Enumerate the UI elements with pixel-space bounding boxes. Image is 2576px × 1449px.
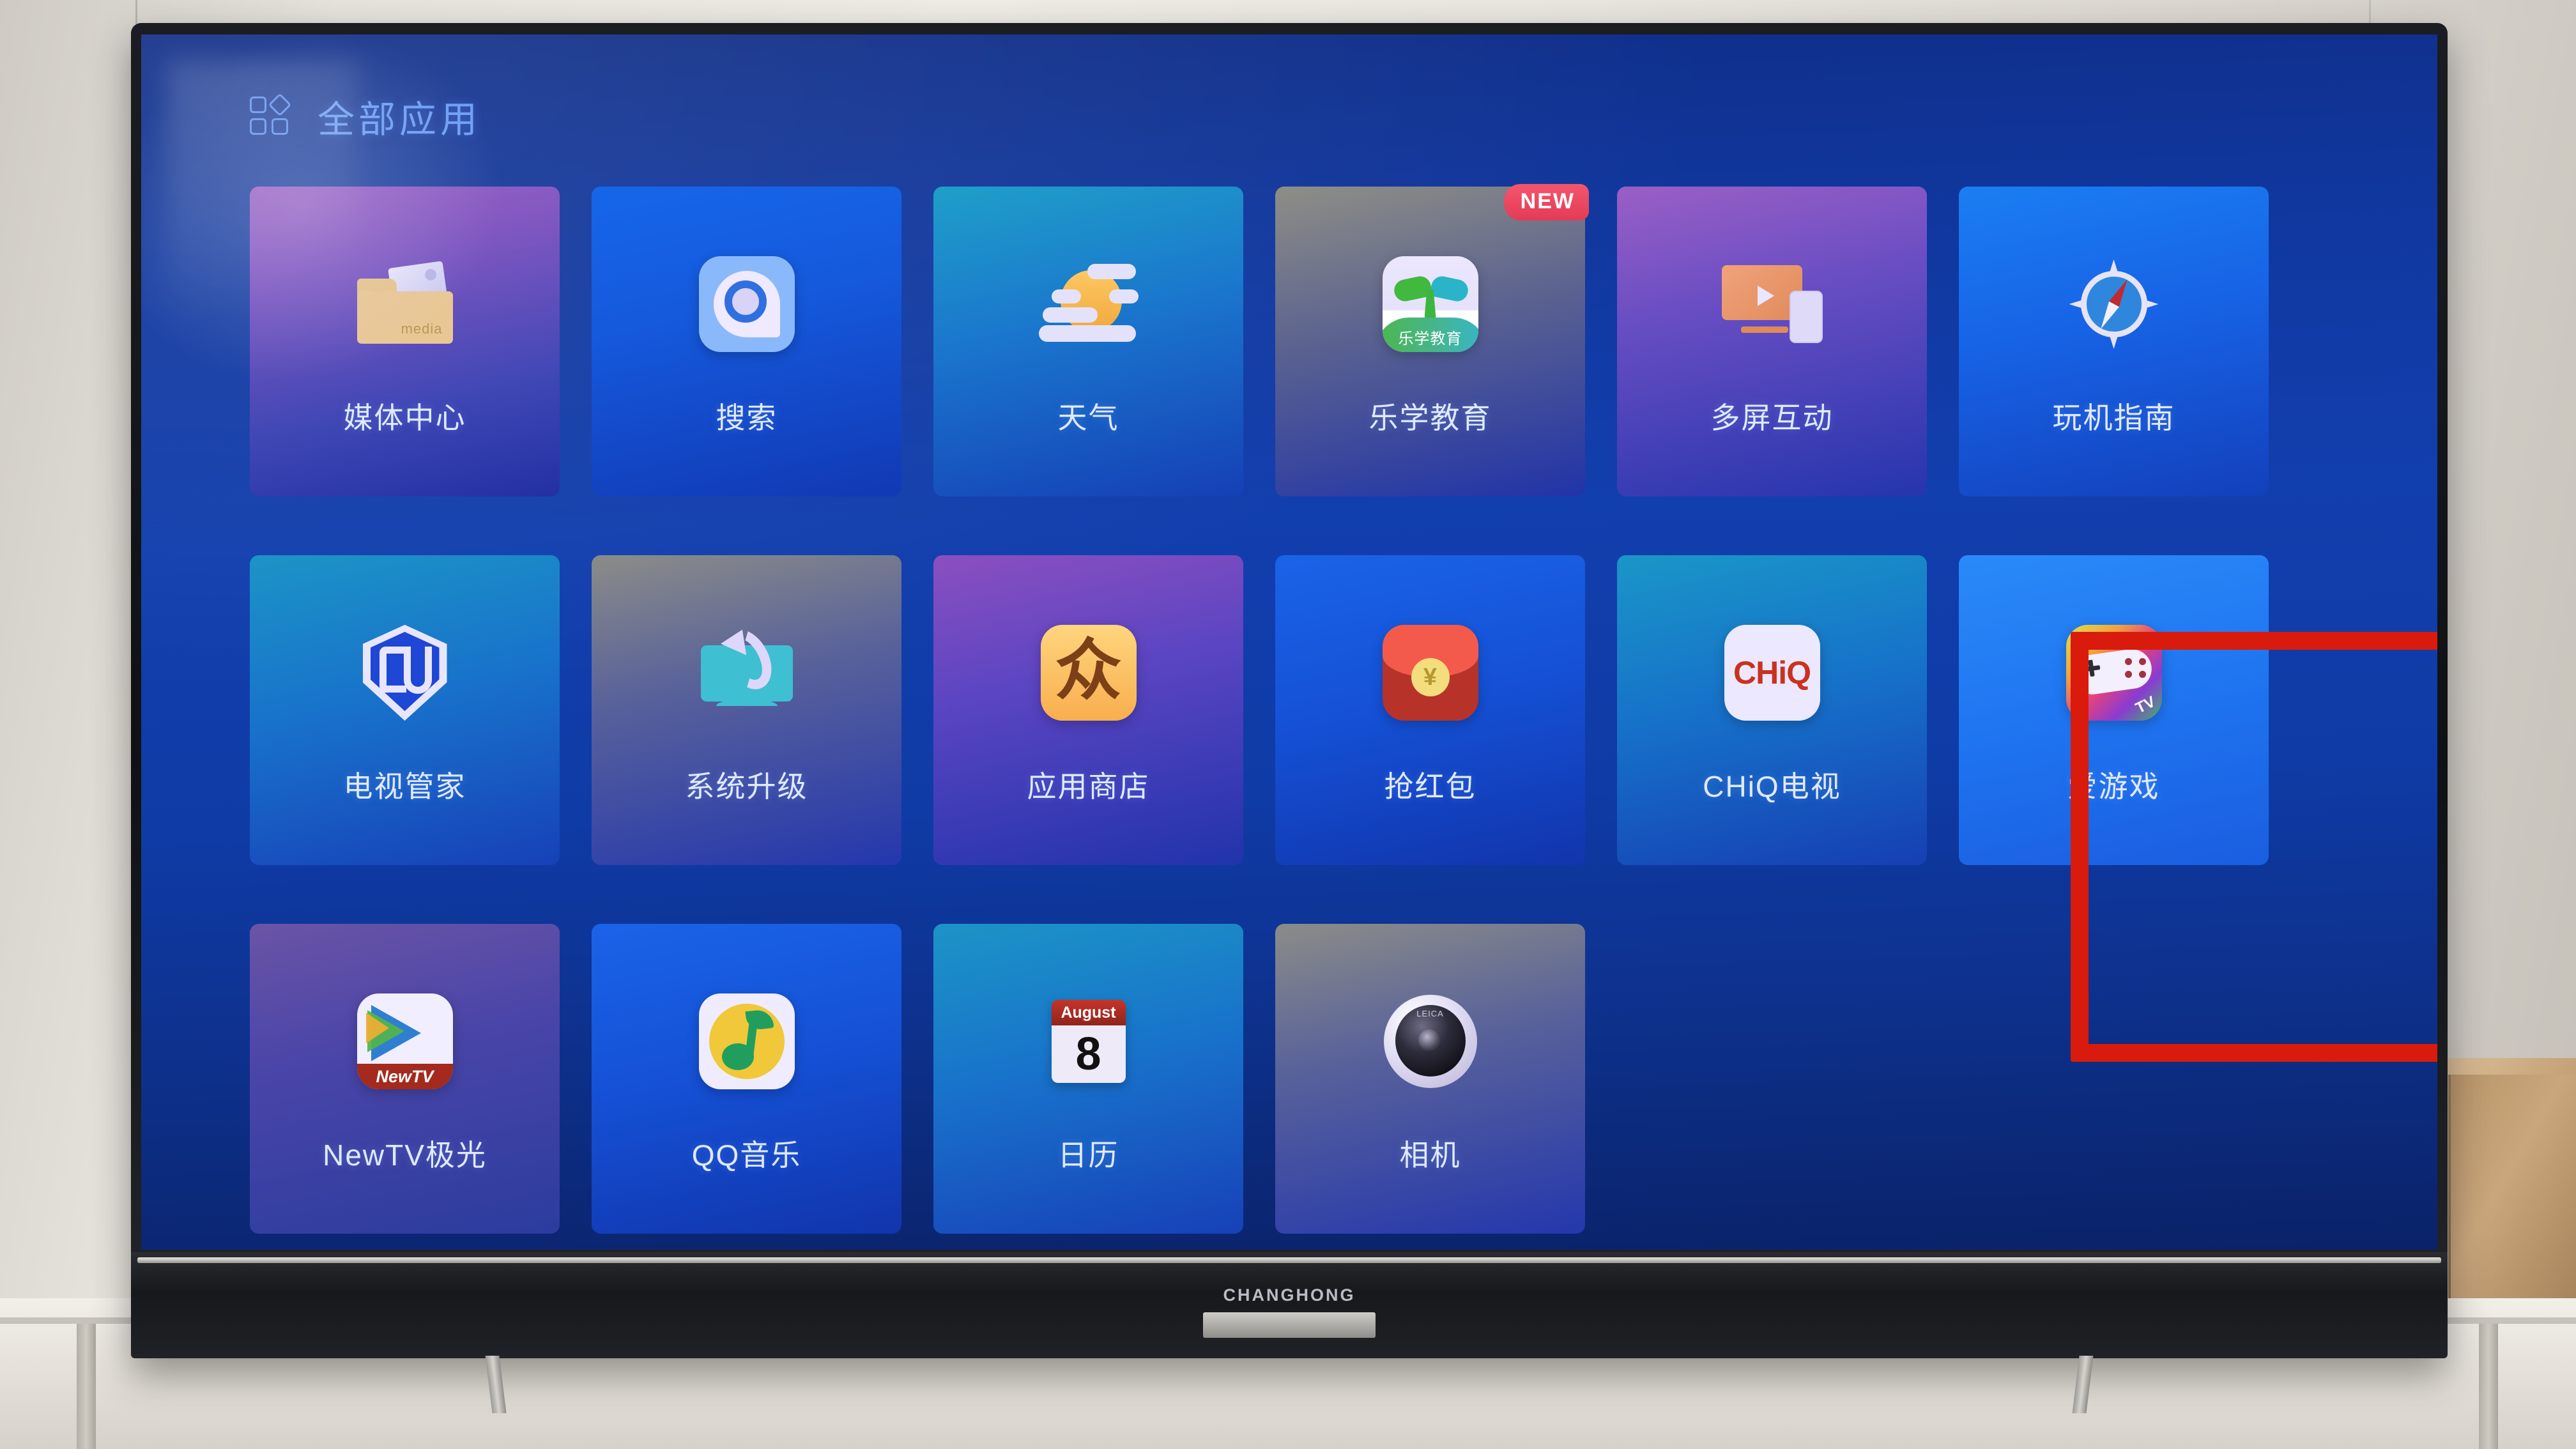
- icon-tv-tag: TV: [2133, 693, 2158, 717]
- grid-apps-icon: [250, 93, 292, 136]
- tv-brand-logo: CHANGHONG: [1223, 1285, 1356, 1305]
- shield-icon: [351, 619, 459, 726]
- calendar-day: 8: [1051, 1025, 1126, 1083]
- app-label: QQ音乐: [691, 1138, 802, 1172]
- gamepad-icon: TV: [2060, 619, 2168, 726]
- app-tile-chiq-tv[interactable]: CHiQ CHiQ电视: [1617, 555, 1927, 865]
- lens-brand-text: LEICA: [1416, 1009, 1444, 1018]
- media-folder-icon: media: [351, 250, 459, 358]
- table-leg-left: [77, 1324, 96, 1449]
- calendar-month: August: [1051, 1000, 1126, 1025]
- app-tile-camera[interactable]: LEICA 相机: [1275, 924, 1585, 1234]
- app-tile-aiyouxi-games[interactable]: TV 爱游戏: [1959, 555, 2269, 865]
- new-badge: NEW: [1503, 184, 1589, 220]
- app-tile-search[interactable]: 搜索: [592, 187, 901, 496]
- yuan-symbol: ¥: [1411, 658, 1450, 696]
- music-note-icon: [693, 988, 801, 1095]
- calendar-icon: August 8: [1035, 988, 1142, 1095]
- app-tile-newtv-aurora[interactable]: NewTV NewTV极光: [250, 924, 560, 1234]
- app-label: 天气: [1057, 401, 1119, 434]
- app-label: 应用商店: [1027, 770, 1150, 803]
- app-label: 玩机指南: [2052, 401, 2175, 434]
- app-label: NewTV极光: [323, 1138, 487, 1172]
- app-label: 日历: [1057, 1138, 1119, 1172]
- app-label: 爱游戏: [2067, 770, 2160, 803]
- app-grid: media 媒体中心 搜索 天气 NEW 乐学教育 乐学教育 多屏互动 玩机指南…: [250, 184, 2333, 1250]
- app-tile-weather[interactable]: 天气: [933, 187, 1243, 496]
- app-tile-qq-music[interactable]: QQ音乐: [592, 924, 901, 1234]
- app-label: 抢红包: [1384, 770, 1476, 803]
- folder-label: media: [401, 321, 443, 337]
- bezel-chrome-strip: [137, 1257, 2441, 1263]
- icon-glyph: 众: [1055, 634, 1122, 708]
- cardboard-box: [2448, 1075, 2576, 1298]
- icon-wordmark: CHiQ: [1733, 655, 1811, 691]
- app-tile-lexue-education[interactable]: NEW 乐学教育 乐学教育: [1275, 184, 1589, 496]
- tv-bezel: 全部应用 media 媒体中心 搜索 天气 NEW 乐学教育 乐学教育 多屏互动…: [131, 23, 2448, 1413]
- room-scene: 全部应用 media 媒体中心 搜索 天气 NEW 乐学教育 乐学教育 多屏互动…: [0, 0, 2576, 1449]
- tv-upgrade-arrow-icon: [693, 619, 801, 726]
- chiq-logo-icon: CHiQ: [1719, 619, 1826, 726]
- app-tile-tv-manager[interactable]: 电视管家: [250, 555, 560, 865]
- weather-sun-cloud-icon: [1035, 250, 1142, 358]
- tv-screen: 全部应用 media 媒体中心 搜索 天气 NEW 乐学教育 乐学教育 多屏互动…: [141, 34, 2437, 1250]
- app-store-icon: 众: [1035, 619, 1142, 726]
- app-tile-calendar[interactable]: August 8 日历: [933, 924, 1243, 1234]
- sprout-education-icon: 乐学教育: [1377, 250, 1484, 358]
- compass-icon: [2060, 250, 2168, 358]
- app-tile-app-store[interactable]: 众 应用商店: [933, 555, 1243, 865]
- app-label: 相机: [1399, 1138, 1461, 1172]
- app-label: 乐学教育: [1368, 401, 1492, 434]
- page-header: 全部应用: [250, 89, 481, 143]
- app-tile-red-packet[interactable]: ¥ 抢红包: [1275, 555, 1585, 865]
- app-tile-user-guide[interactable]: 玩机指南: [1959, 187, 2269, 496]
- tv-bottom-bezel: CHANGHONG: [131, 1252, 2448, 1358]
- app-label: 多屏互动: [1710, 401, 1834, 434]
- icon-brand-text: 乐学教育: [1398, 330, 1462, 348]
- app-label: 媒体中心: [343, 401, 466, 434]
- television: 全部应用 media 媒体中心 搜索 天气 NEW 乐学教育 乐学教育 多屏互动…: [131, 23, 2448, 1413]
- newtv-play-icon: NewTV: [351, 988, 459, 1095]
- app-tile-multiscreen[interactable]: 多屏互动: [1617, 187, 1927, 496]
- app-label: CHiQ电视: [1703, 770, 1841, 803]
- search-icon: [693, 250, 801, 358]
- camera-lens-icon: LEICA: [1377, 988, 1484, 1095]
- app-label: 搜索: [716, 401, 778, 434]
- icon-brand-text: NewTV: [356, 1064, 453, 1089]
- app-tile-system-upgrade[interactable]: 系统升级: [592, 555, 901, 865]
- app-label: 系统升级: [685, 770, 808, 803]
- page-title: 全部应用: [318, 99, 482, 141]
- screen-cast-icon: [1719, 250, 1826, 358]
- ir-receiver-strip: [1203, 1312, 1376, 1338]
- red-packet-icon: ¥: [1377, 619, 1484, 726]
- table-leg-right: [2479, 1324, 2498, 1449]
- app-tile-media-center[interactable]: media 媒体中心: [250, 187, 560, 496]
- app-label: 电视管家: [343, 770, 466, 803]
